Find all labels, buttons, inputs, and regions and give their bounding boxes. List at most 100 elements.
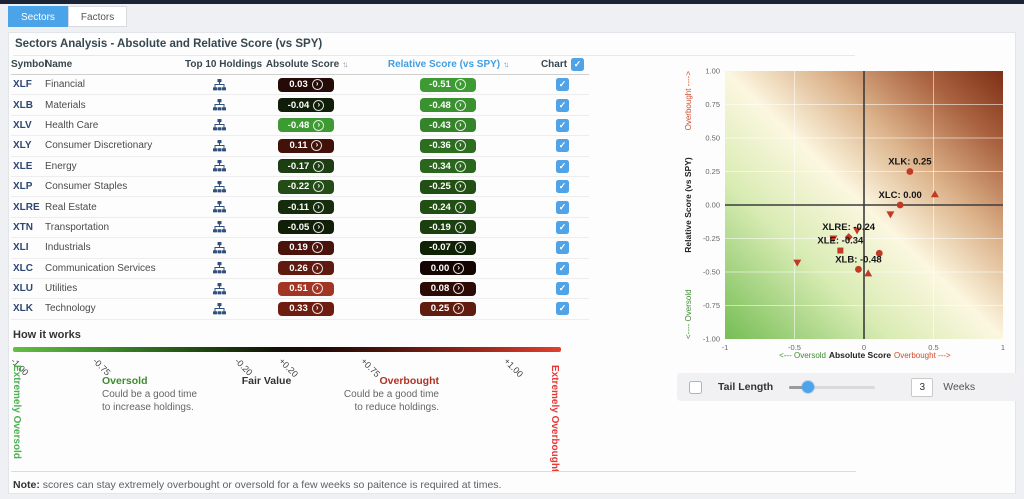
table-header-row: Symbol Name Top 10 Holdings Absolute Sco… (11, 55, 589, 75)
symbol-cell[interactable]: XLV (11, 120, 45, 131)
table-row: XLE Energy -0.17 › -0.34 › ✓ (11, 157, 589, 177)
top10-holdings-icon[interactable] (212, 241, 226, 254)
relative-score-badge[interactable]: -0.07 › (419, 240, 476, 255)
relative-score-badge[interactable]: -0.34 › (419, 159, 476, 174)
relative-score-badge[interactable]: 0.00 › (419, 261, 476, 276)
relative-score-badge[interactable]: -0.43 › (419, 118, 476, 133)
holdings-cell[interactable] (185, 99, 253, 111)
symbol-cell[interactable]: XLU (11, 283, 45, 294)
relative-score-badge[interactable]: -0.36 › (419, 138, 476, 153)
row-chart-checkbox[interactable]: ✓ (556, 302, 569, 316)
row-chart-checkbox[interactable]: ✓ (556, 98, 569, 112)
tail-length-value-input[interactable]: 3 (911, 377, 934, 397)
symbol-cell[interactable]: XLRE (11, 202, 45, 213)
table-row: XLP Consumer Staples -0.22 › -0.25 › ✓ (11, 177, 589, 198)
holdings-cell[interactable] (185, 221, 253, 233)
row-chart-checkbox[interactable]: ✓ (556, 282, 569, 296)
row-chart-checkbox[interactable]: ✓ (556, 118, 569, 132)
tab-factors[interactable]: Factors (67, 6, 128, 27)
holdings-cell[interactable] (185, 302, 253, 315)
absolute-score-badge[interactable]: -0.11 › (278, 200, 334, 215)
absolute-score-badge[interactable]: -0.17 › (278, 159, 334, 174)
row-chart-checkbox[interactable]: ✓ (556, 241, 569, 255)
slider-handle[interactable] (802, 381, 815, 393)
data-point-xlk[interactable] (906, 168, 914, 175)
chevron-right-icon: › (311, 140, 323, 152)
top10-holdings-icon[interactable] (212, 139, 226, 152)
absolute-score-badge[interactable]: 0.33 › (278, 301, 334, 316)
row-chart-checkbox[interactable]: ✓ (556, 261, 569, 275)
holdings-cell[interactable] (185, 180, 253, 193)
relative-score-badge[interactable]: 0.25 › (419, 301, 476, 316)
name-cell: Industrials (45, 242, 91, 254)
tail-length-label: Tail Length (718, 381, 774, 393)
symbol-cell[interactable]: XLK (11, 303, 45, 314)
absolute-score-badge[interactable]: 0.26 › (278, 261, 334, 276)
absolute-score-badge[interactable]: 0.51 › (278, 281, 334, 296)
absolute-score-badge[interactable]: 0.03 › (278, 77, 334, 92)
absolute-score-badge[interactable]: -0.04 › (278, 98, 334, 113)
data-point-xlb[interactable] (855, 265, 862, 273)
chevron-right-icon: › (313, 181, 325, 193)
holdings-cell[interactable] (185, 139, 253, 152)
symbol-cell[interactable]: XTN (11, 222, 45, 233)
sort-icon-relative[interactable]: ↑↓ (503, 60, 509, 69)
row-chart-checkbox[interactable]: ✓ (556, 139, 569, 153)
absolute-score-value: 0.11 (289, 140, 308, 152)
symbol-cell[interactable]: XLE (11, 161, 45, 172)
scatter-chart[interactable]: 1.00 0.75 0.50 0.25 0.00 -0.25 -0.50 -0.75 -1.00… (677, 56, 1024, 371)
symbol-cell[interactable]: XLY (11, 140, 45, 151)
symbol-cell[interactable]: XLP (11, 181, 45, 192)
symbol-cell[interactable]: XLB (11, 100, 45, 111)
top10-holdings-icon[interactable] (212, 201, 226, 213)
absolute-score-badge[interactable]: -0.48 › (278, 118, 334, 133)
tail-length-slider[interactable] (789, 381, 876, 393)
relative-score-badge[interactable]: -0.48 › (419, 98, 476, 113)
absolute-score-badge[interactable]: 0.11 › (278, 138, 334, 153)
row-chart-checkbox[interactable]: ✓ (556, 200, 569, 214)
point-label-xlre: XLRE: -0.24 (822, 222, 876, 233)
tail-length-checkbox[interactable] (689, 380, 702, 394)
top10-holdings-icon[interactable] (212, 78, 226, 91)
top10-holdings-icon[interactable] (212, 262, 226, 274)
row-chart-checkbox[interactable]: ✓ (556, 180, 569, 194)
data-point-xlc[interactable] (896, 201, 904, 209)
chevron-right-icon: › (311, 303, 323, 315)
top10-holdings-icon[interactable] (212, 119, 226, 131)
row-chart-checkbox[interactable]: ✓ (556, 220, 569, 234)
col-header-absolute-score[interactable]: Absolute Score ↑↓ (253, 59, 359, 70)
data-point-xle[interactable] (837, 247, 844, 254)
holdings-cell[interactable] (185, 282, 253, 295)
relative-score-badge[interactable]: -0.19 › (419, 220, 476, 235)
absolute-score-value: 0.26 (289, 262, 308, 274)
holdings-cell[interactable] (185, 241, 253, 254)
absolute-score-badge[interactable]: 0.19 › (278, 240, 334, 255)
absolute-score-badge[interactable]: -0.22 › (278, 179, 334, 194)
row-chart-checkbox[interactable]: ✓ (556, 159, 569, 173)
holdings-cell[interactable] (185, 160, 253, 172)
top10-holdings-icon[interactable] (212, 99, 226, 111)
relative-score-value: -0.43 (429, 119, 451, 131)
holdings-cell[interactable] (185, 262, 253, 274)
sort-icon-absolute[interactable]: ↑↓ (342, 60, 348, 69)
absolute-score-badge[interactable]: -0.05 › (278, 220, 334, 235)
top10-holdings-icon[interactable] (212, 282, 226, 295)
relative-score-badge[interactable]: -0.25 › (419, 179, 476, 194)
top10-holdings-icon[interactable] (212, 180, 226, 193)
row-chart-checkbox[interactable]: ✓ (556, 78, 569, 92)
top10-holdings-icon[interactable] (212, 302, 226, 315)
symbol-cell[interactable]: XLI (11, 242, 45, 253)
holdings-cell[interactable] (185, 201, 253, 213)
relative-score-badge[interactable]: 0.08 › (419, 281, 476, 296)
top10-holdings-icon[interactable] (212, 221, 226, 233)
col-header-relative-score[interactable]: Relative Score (vs SPY) ↑↓ (359, 59, 536, 70)
relative-score-badge[interactable]: -0.24 › (419, 200, 476, 215)
top10-holdings-icon[interactable] (212, 160, 226, 172)
holdings-cell[interactable] (185, 78, 253, 91)
holdings-cell[interactable] (185, 119, 253, 131)
symbol-cell[interactable]: XLC (11, 263, 45, 274)
chart-select-all-checkbox[interactable]: ✓ (571, 58, 585, 71)
symbol-cell[interactable]: XLF (11, 79, 45, 90)
tab-sectors[interactable]: Sectors (8, 6, 68, 27)
relative-score-badge[interactable]: -0.51 › (419, 77, 476, 92)
